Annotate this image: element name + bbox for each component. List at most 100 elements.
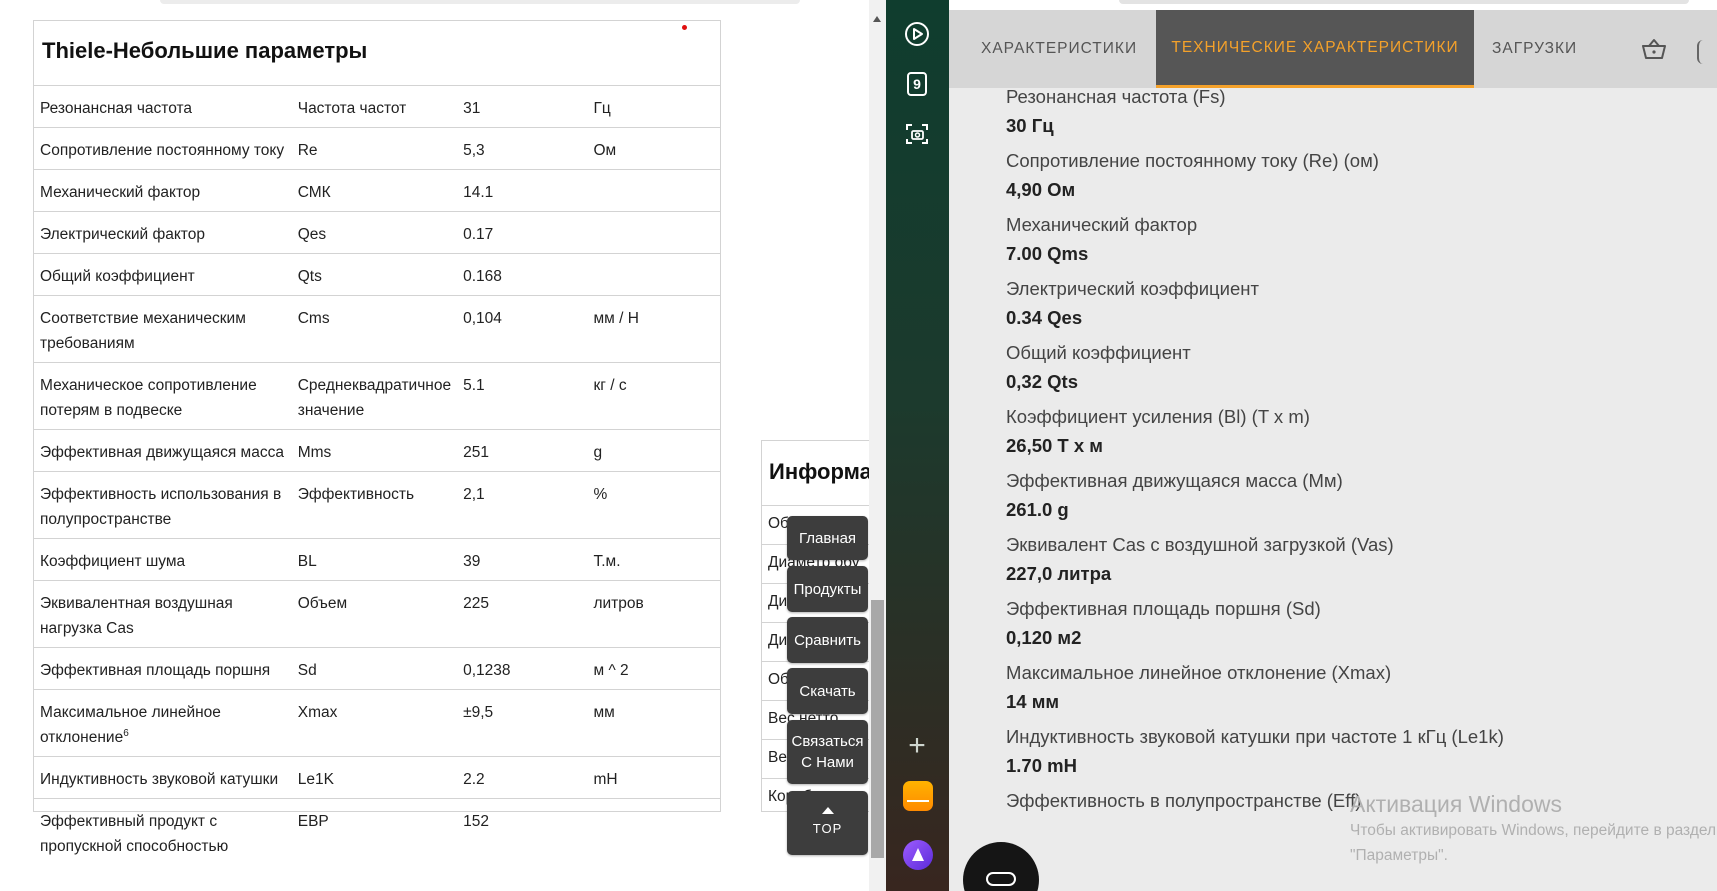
page-scrollbar[interactable]: [869, 0, 886, 891]
table-row: Коэффициент шума BL 39 Т.м.: [34, 538, 720, 581]
compare-button[interactable]: Сравнить: [787, 617, 868, 663]
back-to-top-button[interactable]: TOP: [787, 791, 868, 855]
param-name: Сопротивление постоянному току: [34, 127, 292, 170]
table-row: Максимальное линейное отклонение6 Xmax ±…: [34, 689, 720, 757]
table-row: Электрический фактор Qes 0.17: [34, 211, 720, 254]
param-value: 152: [457, 798, 588, 865]
param-name: Эффективная площадь поршня: [34, 647, 292, 690]
param-value: 14.1: [457, 169, 588, 212]
spec-label: Общий коэффициент: [1006, 342, 1191, 363]
param-name: Коэффициент шума: [34, 538, 292, 581]
param-symbol: Le1K: [291, 756, 458, 799]
alice-glyph: [912, 848, 924, 861]
play-button[interactable]: [900, 17, 934, 51]
link-icon: [986, 872, 1016, 886]
tab-tech-specs[interactable]: ТЕХНИЧЕСКИЕ ХАРАКТЕРИСТИКИ: [1156, 10, 1474, 88]
param-value: ±9,5: [457, 689, 588, 757]
table-row: Общий коэффициент Qts 0.168: [34, 253, 720, 296]
spec-label: Эквивалент Cas с воздушной загрузкой (Va…: [1006, 534, 1394, 555]
param-unit: Ом: [587, 127, 720, 170]
cards-count: 9: [913, 76, 921, 92]
screenshot-button[interactable]: [900, 117, 934, 151]
param-symbol: Среднеквадратичное значение: [291, 362, 458, 430]
param-unit: Гц: [587, 85, 720, 128]
spec-label: Индуктивность звуковой катушки при часто…: [1006, 726, 1504, 747]
param-name: Механическое сопротивление потерям в под…: [34, 362, 292, 430]
param-symbol: Эффективность: [291, 471, 458, 539]
contact-button[interactable]: Связаться С Нами: [787, 720, 868, 784]
browser-sidebar: 9 +: [886, 0, 949, 891]
arrow-up-icon: [821, 807, 834, 814]
param-value: 5,3: [457, 127, 588, 170]
param-symbol: Qes: [291, 211, 458, 254]
scrollbar-thumb[interactable]: [871, 600, 884, 858]
param-name: Резонансная частота: [34, 85, 292, 128]
scroll-up-arrow-icon[interactable]: [873, 16, 881, 22]
table-row: Механический фактор СМК 14.1: [34, 169, 720, 212]
basket-icon[interactable]: [1641, 38, 1667, 60]
spec-value: 1.70 mH: [1006, 755, 1077, 776]
param-symbol: Re: [291, 127, 458, 170]
table-row: Эффективная площадь поршня Sd 0,1238 м ^…: [34, 647, 720, 690]
param-name: Индуктивность звуковой катушки: [34, 756, 292, 799]
contact-label-line2: С Нами: [801, 754, 854, 771]
watermark-title: Активация Windows: [1350, 791, 1562, 817]
param-symbol: Mms: [291, 429, 458, 472]
tech-specs-list: Резонансная частота (Fs) 30 Гц Сопротивл…: [1006, 85, 1696, 824]
right-top-bar: [949, 0, 1717, 10]
add-icon[interactable]: +: [900, 730, 934, 764]
spec-label: Максимальное линейное отклонение (Xmax): [1006, 662, 1392, 683]
cards-button[interactable]: 9: [900, 67, 934, 101]
param-symbol: Объем: [291, 580, 458, 648]
param-value: 0,104: [457, 295, 588, 363]
param-value: 31: [457, 85, 588, 128]
mail-icon[interactable]: [903, 781, 933, 811]
param-name: Эквивалентная воздушная нагрузка Cas: [34, 580, 292, 648]
param-name: Максимальное линейное отклонение: [40, 704, 221, 746]
param-name: Эффективная движущаяся масса: [34, 429, 292, 472]
spec-panel-title: Thiele-Небольшие параметры: [42, 38, 368, 63]
home-button[interactable]: Главная: [787, 516, 868, 560]
param-name: Электрический фактор: [34, 211, 292, 254]
spec-value: 14 мм: [1006, 691, 1060, 712]
param-unit: [587, 211, 720, 254]
top-label: TOP: [812, 821, 843, 836]
products-button[interactable]: Продукты: [787, 566, 868, 612]
spec-value: 0.34 Qes: [1006, 307, 1083, 328]
param-value: 0.168: [457, 253, 588, 296]
alice-icon[interactable]: [903, 840, 933, 870]
spec-value: 227,0 литра: [1006, 563, 1112, 584]
param-unit: g: [587, 429, 720, 472]
tab-features[interactable]: ХАРАКТЕРИСТИКИ: [981, 10, 1137, 88]
spec-label: Эффективная площадь поршня (Sd): [1006, 598, 1321, 619]
spec-value: 0,120 м2: [1006, 627, 1082, 648]
mail-flap: [907, 788, 929, 802]
param-unit: мм: [587, 689, 720, 757]
param-name: Соответствие механическим требованиям: [34, 295, 292, 363]
param-value: 225: [457, 580, 588, 648]
windows-activation-watermark: Активация Windows Чтобы активировать Win…: [1350, 790, 1717, 868]
param-value: 2.2: [457, 756, 588, 799]
param-symbol: СМК: [291, 169, 458, 212]
param-unit: mH: [587, 756, 720, 799]
contact-label-line1: Связаться: [791, 733, 864, 750]
param-value: 39: [457, 538, 588, 581]
tab-downloads[interactable]: ЗАГРУЗКИ: [1492, 10, 1577, 88]
param-unit: [587, 169, 720, 212]
param-symbol: BL: [291, 538, 458, 581]
param-value: 5.1: [457, 362, 588, 430]
left-page-top-bar: [160, 0, 800, 4]
param-unit: [587, 798, 720, 865]
product-tabs: ХАРАКТЕРИСТИКИ ТЕХНИЧЕСКИЕ ХАРАКТЕРИСТИК…: [949, 10, 1717, 88]
param-value: 251: [457, 429, 588, 472]
play-icon: [905, 22, 929, 46]
spec-label: Электрический коэффициент: [1006, 278, 1259, 299]
footnote-marker[interactable]: 6: [123, 728, 129, 739]
param-value: 2,1: [457, 471, 588, 539]
param-name: Общий коэффициент: [34, 253, 292, 296]
param-unit: кг / с: [587, 362, 720, 430]
product-specs-panel: ХАРАКТЕРИСТИКИ ТЕХНИЧЕСКИЕ ХАРАКТЕРИСТИК…: [949, 0, 1717, 891]
table-row: Сопротивление постоянному току Re 5,3 Ом: [34, 127, 720, 170]
download-button[interactable]: Скачать: [787, 668, 868, 714]
spec-value: 0,32 Qts: [1006, 371, 1078, 392]
